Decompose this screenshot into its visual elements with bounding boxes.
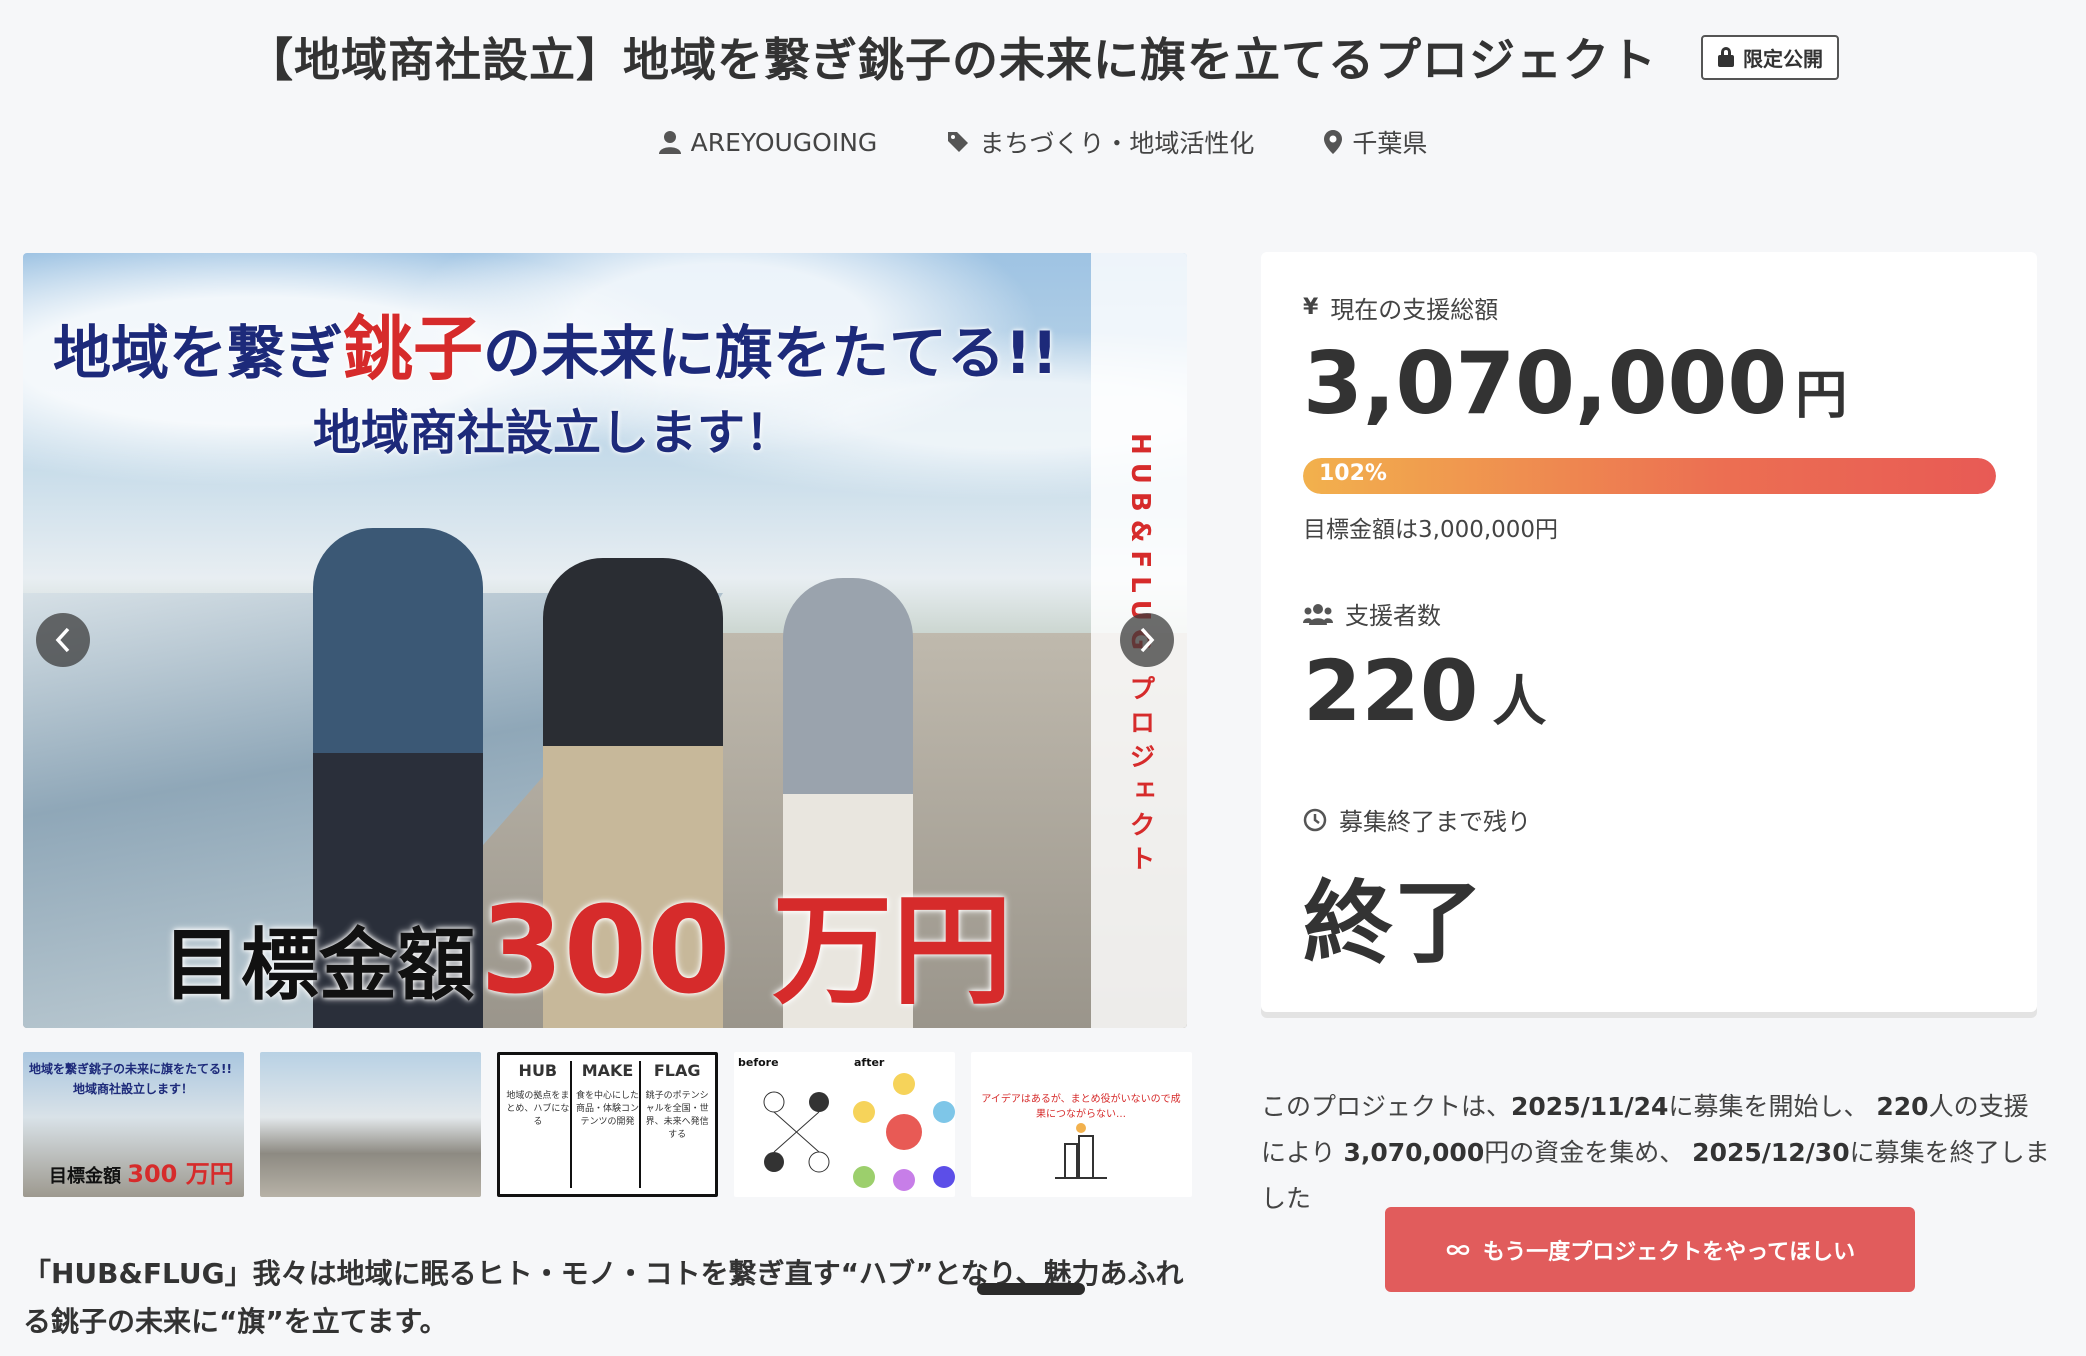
thumbnail-4[interactable]: before after	[734, 1052, 955, 1197]
author-link[interactable]: AREYOUGOING	[658, 124, 878, 160]
author-name: AREYOUGOING	[690, 127, 878, 157]
total-amount-unit: 円	[1795, 366, 1848, 426]
users-icon	[1303, 603, 1333, 625]
hero-goal-value: 300 万円	[480, 882, 1013, 1021]
project-description: 「HUB&FLUG」我々は地域に眠るヒト・モノ・コトを繋ぎ直す“ハブ”となり、魅…	[23, 1257, 1184, 1338]
limited-badge-label: 限定公開	[1743, 46, 1823, 71]
title-row: 【地域商社設立】地域を繋ぎ銚子の未来に旗を立てるプロジェクト 限定公開	[0, 24, 2086, 90]
hero-goal-label: 目標金額	[163, 921, 476, 1011]
thumbnail-3-col-hub-text: 地域の拠点をまとめ、ハブになる	[506, 1091, 570, 1127]
hero-subheadline: 地域商社設立します！	[313, 405, 794, 461]
location-pin-icon	[1324, 130, 1343, 154]
request-again-button[interactable]: もう一度プロジェクトをやってほしい	[1385, 1207, 1915, 1292]
thumbnail-4-after: after	[854, 1056, 885, 1069]
backers-count: 220 人	[1303, 642, 1546, 740]
thumbnail-5-text: アイデアはあるが、まとめ役がいないので成果につながらない…	[981, 1094, 1181, 1120]
goal-amount-text: 目標金額は3,000,000円	[1303, 517, 1559, 543]
total-amount-value: 3,070,000	[1303, 334, 1788, 434]
summary-end-date: 2025/12/30	[1692, 1138, 1850, 1167]
thumbnail-3-col-make-title: MAKE	[581, 1061, 634, 1080]
thumbnail-3-col-flag-title: FLAG	[653, 1061, 701, 1080]
thumbnail-1-goal-value: 300 万円	[127, 1160, 234, 1188]
funding-progress-fill: 102%	[1303, 458, 1996, 494]
hero-headline-marks: !!	[1005, 319, 1058, 387]
funding-progress-bar: 102%	[1303, 458, 1996, 494]
hero-headline: 地域を繋ぎ銚子の未来に旗をたてる!!	[53, 293, 1058, 394]
backers-count-value: 220	[1303, 642, 1479, 740]
chevron-right-icon	[1140, 627, 1155, 653]
hero-goal: 目標金額 300 万円	[163, 853, 1012, 1027]
funding-stats-card: ¥ 現在の支援総額 3,070,000 円 102% 目標金額は3,000,000…	[1261, 252, 2037, 1012]
request-again-label: もう一度プロジェクトをやってほしい	[1482, 1239, 1856, 1265]
infinity-icon	[1446, 1244, 1470, 1255]
project-summary: このプロジェクトは、2025/11/24に募集を開始し、 220人の支援により …	[1261, 1084, 2051, 1222]
thumbnail-3-col-hub: HUB 地域の拠点をまとめ、ハブになる	[506, 1061, 572, 1188]
summary-start-date: 2025/11/24	[1511, 1092, 1669, 1121]
thumbnail-2[interactable]	[260, 1052, 481, 1197]
total-amount: 3,070,000 円	[1303, 334, 1847, 434]
summary-text-1: このプロジェクトは、	[1261, 1092, 1512, 1121]
location-link[interactable]: 千葉県	[1324, 124, 1427, 160]
clock-icon	[1303, 808, 1327, 831]
hero-headline-red: 銚子	[343, 308, 484, 390]
scroll-handle[interactable]	[977, 1283, 1085, 1295]
hero-image-carousel[interactable]: HUB&FLUG プロジェクト 地域を繋ぎ銚子の未来に旗をたてる!! 地域商社設…	[23, 253, 1187, 1028]
thumbnail-5[interactable]: アイデアはあるが、まとめ役がいないので成果につながらない…	[971, 1052, 1192, 1197]
thumbnail-3-col-flag-text: 銚子のポテンシャルを全国・世界、未来へ発信する	[645, 1091, 709, 1140]
location-name: 千葉県	[1352, 129, 1428, 158]
thumbnail-1-goal-label: 目標金額	[49, 1166, 121, 1187]
total-label-row: ¥ 現在の支援総額	[1303, 290, 1498, 325]
total-label: 現在の支援総額	[1330, 296, 1499, 324]
summary-amount: 3,070,000	[1343, 1138, 1485, 1167]
remaining-status: 終了	[1303, 871, 1483, 976]
lock-icon	[1717, 47, 1735, 67]
hero-headline-a: 地域を繋ぎ	[53, 319, 344, 387]
backers-label: 支援者数	[1345, 602, 1441, 630]
carousel-prev-button[interactable]	[36, 613, 90, 667]
category-name: まちづくり・地域活性化	[979, 129, 1255, 158]
thumbnail-4-before: before	[738, 1056, 779, 1069]
thumbnail-3-col-make: MAKE 食を中心にした商品・体験コンテンツの開発	[576, 1061, 642, 1188]
thumbnail-1[interactable]: 地域を繋ぎ銚子の未来に旗をたてる!! 地域商社設立します！ 目標金額 300 万…	[23, 1052, 244, 1197]
page-title: 【地域商社設立】地域を繋ぎ銚子の未来に旗を立てるプロジェクト	[247, 33, 1657, 87]
remaining-label: 募集終了まで残り	[1339, 808, 1531, 836]
thumbnail-1-text: 地域を繋ぎ銚子の未来に旗をたてる!!	[29, 1062, 232, 1076]
thumbnail-4-diagram: before after	[738, 1056, 955, 1191]
thumbnail-3-col-flag: FLAG 銚子のポテンシャルを全国・世界、未来へ発信する	[645, 1061, 709, 1188]
user-icon	[658, 131, 681, 154]
hero-headline-b: の未来に旗をたてる	[483, 319, 1006, 387]
thumbnail-1-sub: 地域商社設立します！	[73, 1082, 194, 1096]
remaining-label-row: 募集終了まで残り	[1303, 802, 1531, 837]
summary-backers: 220	[1876, 1092, 1929, 1121]
project-meta: AREYOUGOING まちづくり・地域活性化 千葉県	[0, 124, 2086, 160]
summary-text-2: に募集を開始し、	[1668, 1092, 1877, 1121]
thumbnail-3-col-make-text: 食を中心にした商品・体験コンテンツの開発	[576, 1091, 640, 1127]
limited-badge: 限定公開	[1701, 34, 1839, 80]
funding-progress-text: 102%	[1319, 461, 1387, 486]
chevron-left-icon	[55, 627, 70, 653]
tag-icon	[948, 132, 969, 152]
summary-text-4: 円の資金を集め、	[1484, 1138, 1693, 1167]
carousel-next-button[interactable]	[1120, 613, 1174, 667]
thumbnail-3-col-hub-title: HUB	[518, 1061, 558, 1080]
thumbnail-3[interactable]: HUB 地域の拠点をまとめ、ハブになる MAKE 食を中心にした商品・体験コンテンツ…	[497, 1052, 718, 1197]
thumbnail-1-goal: 目標金額 300 万円	[49, 1154, 234, 1189]
thumbnail-strip: 地域を繋ぎ銚子の未来に旗をたてる!! 地域商社設立します！ 目標金額 300 万…	[23, 1052, 1192, 1197]
yen-icon: ¥	[1303, 295, 1319, 320]
backers-label-row: 支援者数	[1303, 596, 1441, 631]
building-icon	[1055, 1123, 1107, 1179]
category-link[interactable]: まちづくり・地域活性化	[947, 124, 1254, 160]
backers-count-unit: 人	[1492, 670, 1547, 733]
